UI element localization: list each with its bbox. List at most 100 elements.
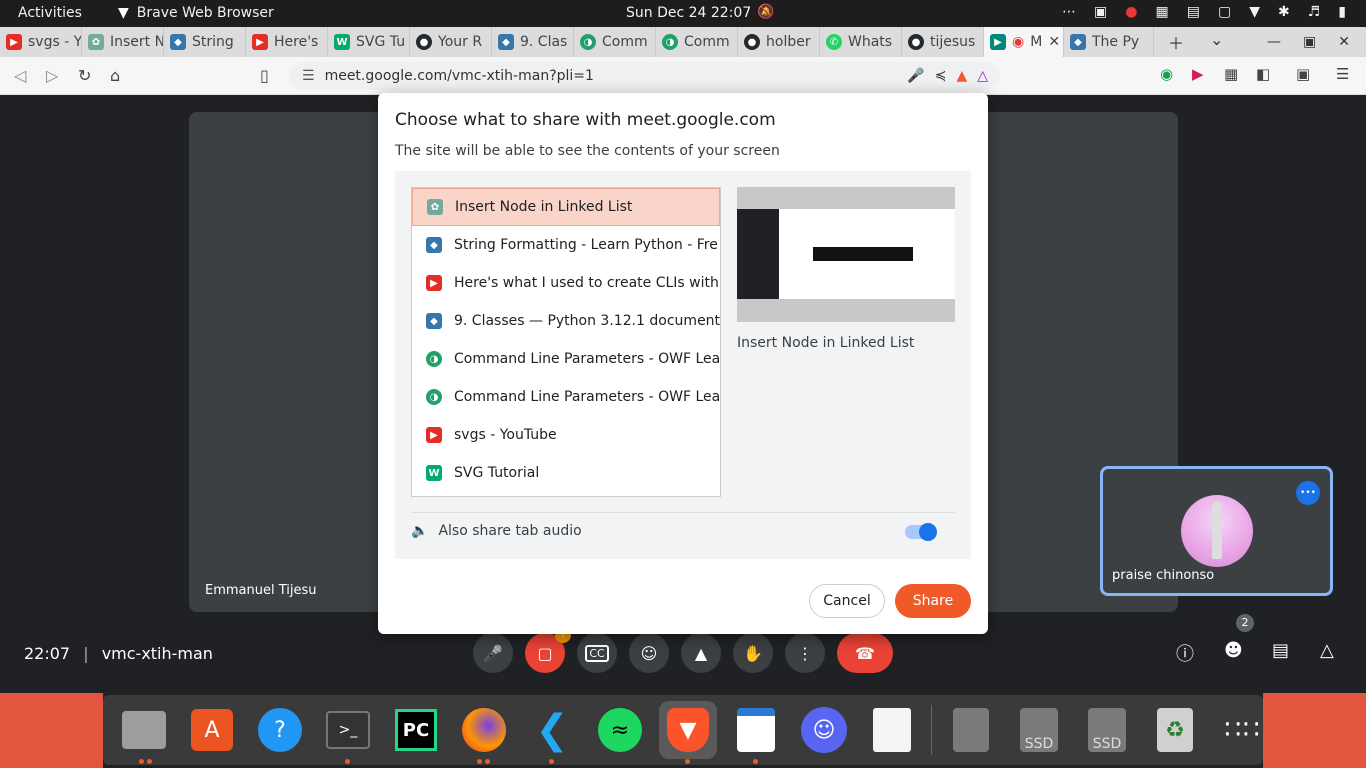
system-tray[interactable]: ⋯ ▣ ● ▦ ▤ ▢ ▼ ✱ ♬ ▮	[1062, 4, 1346, 20]
close-window-icon[interactable]: ✕	[1338, 34, 1350, 50]
w3schools-favicon-icon: W	[426, 465, 442, 481]
forward-icon[interactable]: ▷	[46, 66, 58, 85]
activities-icon[interactable]: △	[1320, 640, 1334, 661]
home-icon[interactable]: ⌂	[110, 66, 120, 85]
sidebar-icon[interactable]: ◧	[1256, 65, 1270, 83]
browser-tab[interactable]: W SVG Tu	[328, 27, 410, 57]
vscode-app[interactable]: ❮	[523, 701, 581, 764]
list-item[interactable]: ▶ Here's what I used to create CLIs with	[412, 264, 720, 302]
show-apps-button[interactable]: ∷∷	[1214, 701, 1272, 759]
software-center-app[interactable]: A	[183, 701, 241, 759]
browser-tab[interactable]: ◑ Comm	[574, 27, 656, 57]
volume-icon[interactable]: ♬	[1308, 4, 1321, 20]
discord-app[interactable]: ☺	[795, 701, 853, 759]
clipboard-icon[interactable]: ▤	[1187, 4, 1200, 20]
bluetooth-icon[interactable]: ✱	[1278, 4, 1290, 20]
trash-app[interactable]: ♻	[1146, 701, 1204, 759]
bookmark-icon[interactable]: ▯	[260, 66, 269, 85]
address-bar[interactable]: ☰ meet.google.com/vmc-xtih-man?pli=1 🎤 ≼…	[290, 62, 1000, 90]
share-button[interactable]: Share	[895, 584, 971, 618]
ssd-drive-2[interactable]: SSD	[1078, 701, 1136, 759]
pycharm-app[interactable]: PC	[387, 701, 445, 759]
new-tab-icon[interactable]: ＋	[1168, 30, 1184, 54]
browser-tab[interactable]: ▶ svgs - Y	[0, 27, 82, 57]
browser-tab[interactable]: ● holber	[738, 27, 820, 57]
browser-tab[interactable]: ▶ Here's	[246, 27, 328, 57]
help-app[interactable]: ?	[251, 701, 309, 759]
list-item-selected[interactable]: ✿ Insert Node in Linked List	[412, 188, 720, 226]
extension-icon[interactable]: ▦	[1156, 4, 1169, 20]
list-item[interactable]: ◑ Command Line Parameters - OWF Lea	[412, 378, 720, 416]
camera-off-button[interactable]: ▢!	[525, 627, 571, 673]
info-icon[interactable]: ⓘ	[1176, 640, 1194, 666]
share-screen-dialog: Choose what to share with meet.google.co…	[378, 93, 988, 634]
chat-icon[interactable]: ▤	[1272, 640, 1289, 661]
grammarly-icon[interactable]: ◉	[1160, 65, 1173, 83]
more-icon[interactable]: ⋯	[1062, 4, 1076, 20]
self-video-tile[interactable]: ••• praise chinonso	[1100, 466, 1333, 596]
present-button[interactable]: ▲	[681, 633, 721, 673]
extensions-icon[interactable]: ▦	[1224, 65, 1238, 83]
brave-rewards-icon[interactable]: △	[977, 68, 988, 84]
cancel-button[interactable]: Cancel	[809, 584, 885, 618]
tab-list[interactable]: ✿ Insert Node in Linked List ◆ String Form…	[411, 187, 721, 497]
list-item[interactable]: ◑ Command Line Parameters - OWF Lea	[412, 340, 720, 378]
list-item[interactable]: ◆ String Formatting - Learn Python - Fre	[412, 226, 720, 264]
site-settings-icon[interactable]: ☰	[302, 68, 315, 84]
document-viewer-app[interactable]	[863, 701, 921, 759]
tab-list-chevron-down-icon[interactable]: ⌄	[1210, 30, 1223, 54]
spotify-app[interactable]: ≈	[591, 701, 649, 759]
ssd-icon: SSD	[1020, 708, 1058, 752]
battery-icon[interactable]: ▮	[1338, 4, 1346, 20]
browser-tab[interactable]: ◆ The Py	[1064, 27, 1154, 57]
screen-icon[interactable]: ▣	[1094, 4, 1107, 20]
wallet-icon[interactable]: ▣	[1296, 65, 1310, 83]
close-icon[interactable]: ✕	[1048, 34, 1060, 50]
back-icon[interactable]: ◁	[14, 66, 26, 85]
browser-tab[interactable]: ◆ 9. Clas	[492, 27, 574, 57]
microphone-button[interactable]: 🎤	[473, 633, 513, 673]
text-editor-app[interactable]	[727, 701, 785, 764]
record-icon[interactable]: ●	[1125, 4, 1137, 20]
display-icon[interactable]: ▢	[1218, 4, 1231, 20]
browser-tab-active[interactable]: ▶ ◉ M ✕	[984, 27, 1064, 57]
browser-tab[interactable]: ✿ Insert N	[82, 27, 164, 57]
brave-shields-icon[interactable]: ▲	[956, 68, 967, 84]
more-options-button[interactable]: ⋮	[785, 633, 825, 673]
list-item[interactable]: W SVG Tutorial	[412, 454, 720, 492]
browser-tab[interactable]: ◑ Comm	[656, 27, 738, 57]
raise-hand-button[interactable]: ✋	[733, 633, 773, 673]
browser-tab[interactable]: ● tijesus	[902, 27, 984, 57]
share-audio-toggle[interactable]	[905, 523, 937, 541]
brave-app[interactable]: ▼	[659, 701, 717, 764]
leave-call-button[interactable]: ☎	[837, 633, 893, 673]
share-icon[interactable]: ≼	[935, 68, 947, 84]
app-menu[interactable]: ▼ Brave Web Browser	[118, 5, 274, 21]
browser-tab[interactable]: ✆ Whats	[820, 27, 902, 57]
minimize-icon[interactable]: —	[1267, 34, 1281, 50]
captions-button[interactable]: CC	[577, 633, 617, 673]
clock[interactable]: Sun Dec 24 22:07	[626, 5, 751, 21]
activities-button[interactable]: Activities	[18, 5, 82, 21]
disk-app[interactable]	[942, 701, 1000, 759]
list-item[interactable]: ◆ 9. Classes — Python 3.12.1 documenta	[412, 302, 720, 340]
terminal-app[interactable]: >_	[319, 701, 377, 764]
menu-icon[interactable]: ☰	[1336, 65, 1349, 83]
firefox-app[interactable]	[455, 701, 513, 764]
maximize-icon[interactable]: ▣	[1303, 34, 1316, 50]
files-app[interactable]	[115, 701, 173, 764]
emoji-button[interactable]: ☺	[629, 633, 669, 673]
python-favicon-icon: ◆	[170, 34, 186, 50]
video-extension-icon[interactable]: ▶	[1192, 65, 1204, 83]
url-text[interactable]: meet.google.com/vmc-xtih-man?pli=1	[325, 68, 594, 84]
people-icon[interactable]: ☻	[1224, 640, 1243, 661]
reload-icon[interactable]: ↻	[78, 66, 91, 85]
divider	[411, 512, 955, 513]
browser-tab[interactable]: ◆ String	[164, 27, 246, 57]
browser-tab[interactable]: ● Your R	[410, 27, 492, 57]
list-item[interactable]: ▶ svgs - YouTube	[412, 416, 720, 454]
wifi-icon[interactable]: ▼	[1249, 4, 1260, 20]
help-icon: ?	[258, 708, 302, 752]
ssd-drive-1[interactable]: SSD	[1010, 701, 1068, 759]
microphone-icon[interactable]: 🎤	[907, 68, 924, 84]
